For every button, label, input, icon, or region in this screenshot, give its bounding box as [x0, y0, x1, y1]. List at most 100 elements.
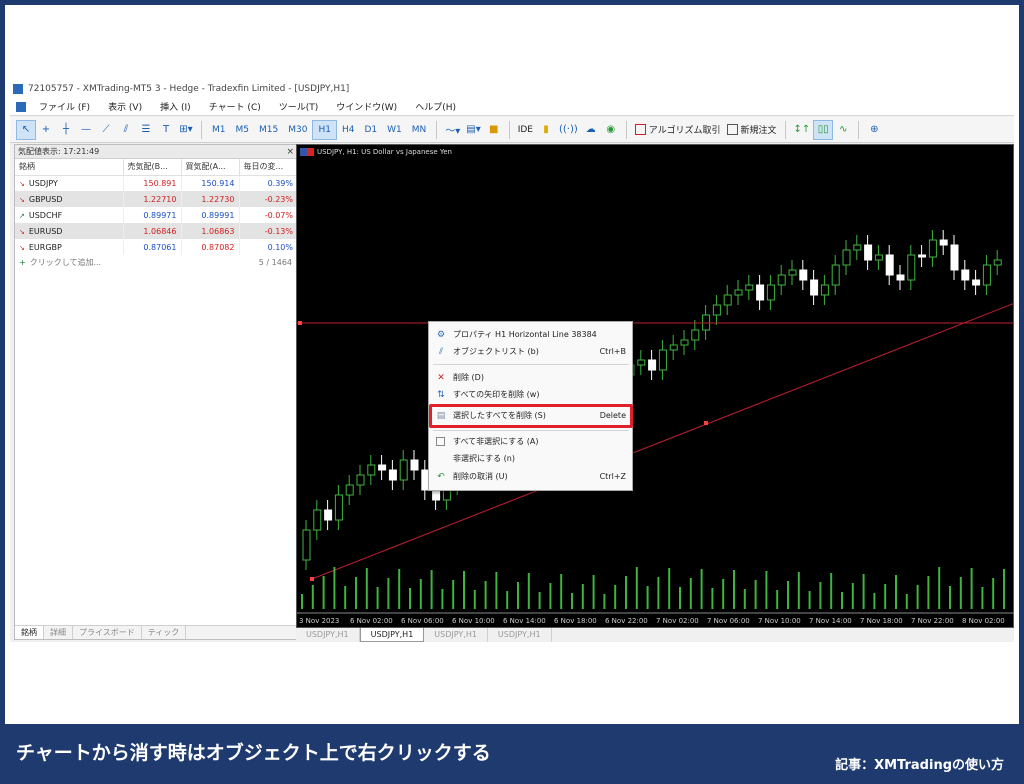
- cursor-tool-icon[interactable]: ↖: [16, 119, 36, 140]
- volume-bar: [711, 588, 714, 609]
- chart-window[interactable]: 3 Nov 2023 6 Nov 02:00 6 Nov 06:00 6 Nov 10…: [296, 144, 1014, 628]
- menu-item-deselect[interactable]: 非選択にする (n): [429, 450, 632, 467]
- mt5-window: 72105757 - XMTrading-MT5 3 - Hedge - Tra…: [10, 80, 1014, 642]
- text-tool-icon[interactable]: T: [156, 120, 176, 140]
- time-axis-label: 3 Nov 2023: [299, 617, 339, 625]
- close-icon[interactable]: ×: [286, 145, 294, 159]
- tf-mn[interactable]: MN: [407, 120, 432, 140]
- bid-value: 1.22710: [123, 191, 182, 207]
- menu-item-object-list[interactable]: ⫽ オブジェクトリスト (b) Ctrl+B: [429, 343, 632, 360]
- zoom-icon[interactable]: ⊕: [864, 120, 884, 140]
- globe-icon[interactable]: ◉: [601, 120, 621, 140]
- tab-details[interactable]: 詳細: [44, 626, 73, 639]
- cloud-icon[interactable]: ☁: [581, 120, 601, 140]
- shapes-icon[interactable]: ⊞▾: [176, 120, 196, 140]
- market-watch-title: 気配値表示: 17:21:49: [18, 147, 100, 156]
- fibonacci-icon[interactable]: ☰: [136, 120, 156, 140]
- trend-line: [311, 302, 1014, 580]
- menu-item-label: プロパティ H1 Horizontal Line 38384: [453, 330, 597, 339]
- menu-item-delete[interactable]: ✕ 削除 (D): [429, 369, 632, 386]
- change-value: -0.23%: [239, 191, 298, 207]
- table-row[interactable]: ↘ USDJPY 150.891 150.914 0.39%: [15, 175, 298, 191]
- price-chart[interactable]: 3 Nov 2023 6 Nov 02:00 6 Nov 06:00 6 Nov 10…: [297, 145, 1014, 629]
- volume-bar: [808, 591, 811, 609]
- candle-body: [918, 254, 927, 258]
- signal-icon[interactable]: ((·)): [556, 120, 581, 140]
- menu-item-deselect-all[interactable]: すべて非選択にする (A): [429, 433, 632, 450]
- depth-icon[interactable]: ↕↑: [791, 120, 814, 140]
- menu-item-undo-delete[interactable]: ↶ 削除の取消 (U) Ctrl+Z: [429, 468, 632, 485]
- new-order-button[interactable]: 新規注文: [724, 120, 780, 140]
- crosshair-icon[interactable]: +: [36, 120, 56, 140]
- chart-tab[interactable]: USDJPY,H1: [424, 628, 488, 642]
- menu-insert[interactable]: 挿入 (I): [151, 100, 200, 113]
- tab-symbols[interactable]: 銘柄: [15, 626, 44, 639]
- chart-type-icon[interactable]: 〜▾: [442, 120, 463, 140]
- menu-tools[interactable]: ツール(T): [270, 100, 328, 113]
- line-chart-icon[interactable]: ∿: [833, 120, 853, 140]
- table-row[interactable]: ↘ EURGBP 0.87061 0.87082 0.10%: [15, 239, 298, 255]
- menu-item-properties[interactable]: ⚙ プロパティ H1 Horizontal Line 38384: [429, 326, 632, 343]
- tf-m1[interactable]: M1: [207, 120, 231, 140]
- tf-h1[interactable]: H1: [312, 119, 337, 140]
- horizontal-line-icon[interactable]: —: [76, 120, 96, 140]
- chart-tab[interactable]: USDJPY,H1: [488, 628, 552, 642]
- table-row[interactable]: ↘ GBPUSD 1.22710 1.22730 -0.23%: [15, 191, 298, 207]
- volume-bar: [884, 584, 887, 609]
- tf-d1[interactable]: D1: [359, 120, 382, 140]
- time-axis-label: 8 Nov 02:00: [962, 617, 1005, 625]
- chart-tab[interactable]: USDJPY,H1: [296, 628, 360, 642]
- tf-m30[interactable]: M30: [283, 120, 312, 140]
- volume-bar: [949, 586, 951, 609]
- candle-body: [745, 284, 754, 291]
- menu-item-delete-arrows[interactable]: ⇅ すべての矢印を削除 (w): [429, 386, 632, 403]
- table-row[interactable]: ↗ USDCHF 0.89971 0.89991 -0.07%: [15, 207, 298, 223]
- symbol-label: GBPUSD: [28, 194, 63, 204]
- tf-m5[interactable]: M5: [231, 120, 255, 140]
- change-value: -0.07%: [239, 207, 298, 223]
- volume-bar: [830, 573, 833, 609]
- col-bid[interactable]: 売気配(B...: [123, 159, 182, 176]
- symbol-label: USDJPY: [28, 178, 58, 188]
- tf-m15[interactable]: M15: [254, 120, 283, 140]
- volume-bar: [733, 570, 735, 609]
- algo-trading-button[interactable]: アルゴリズム取引: [632, 120, 724, 140]
- menu-help[interactable]: ヘルプ(H): [406, 100, 465, 113]
- menu-window[interactable]: ウインドウ(W): [327, 100, 406, 113]
- selection-handle: [310, 577, 314, 581]
- bars-icon[interactable]: ▯▯: [813, 119, 834, 140]
- menu-file[interactable]: ファイル (F): [30, 100, 99, 113]
- menu-chart[interactable]: チャート (C): [200, 100, 270, 113]
- volume-bar: [646, 586, 649, 609]
- volume-bar: [970, 568, 973, 609]
- template-icon[interactable]: ▤▾: [463, 120, 483, 140]
- chart-header: USDJPY, H1: US Dollar vs Japanese Yen: [297, 145, 1013, 159]
- vertical-line-icon[interactable]: ┼: [56, 120, 76, 140]
- tab-price-board[interactable]: プライスボード: [73, 626, 142, 639]
- tf-w1[interactable]: W1: [382, 120, 407, 140]
- chart-tab-active[interactable]: USDJPY,H1: [359, 628, 425, 642]
- lock-icon[interactable]: ▮: [536, 120, 556, 140]
- table-row[interactable]: ↘ EURUSD 1.06846 1.06863 -0.13%: [15, 223, 298, 239]
- col-symbol[interactable]: 銘柄: [15, 159, 124, 176]
- time-axis-label: 6 Nov 14:00: [503, 617, 546, 625]
- col-change[interactable]: 毎日の変...: [239, 159, 298, 176]
- channel-icon[interactable]: ⫽: [116, 120, 136, 140]
- trend-line-icon[interactable]: ⟋: [96, 120, 116, 140]
- ide-button[interactable]: IDE: [515, 120, 536, 140]
- menu-view[interactable]: 表示 (V): [99, 100, 151, 113]
- volume-bar: [905, 594, 908, 609]
- candle-body: [302, 529, 311, 561]
- undo-icon: ↶: [437, 472, 445, 482]
- col-ask[interactable]: 買気配(A...: [181, 159, 240, 176]
- volume-bar: [765, 571, 768, 609]
- tab-ticks[interactable]: ティック: [142, 626, 187, 639]
- add-symbol-row[interactable]: + クリックして追加... 5 / 1464: [15, 255, 298, 271]
- ask-value: 1.22730: [181, 191, 240, 207]
- script-icon[interactable]: ■: [484, 120, 504, 140]
- menu-item-label: オブジェクトリスト (b): [453, 347, 539, 356]
- selection-handle: [298, 321, 302, 325]
- tf-h4[interactable]: H4: [337, 120, 360, 140]
- volume-bar: [873, 593, 876, 609]
- window-title-bar: 72105757 - XMTrading-MT5 3 - Hedge - Tra…: [10, 80, 1014, 98]
